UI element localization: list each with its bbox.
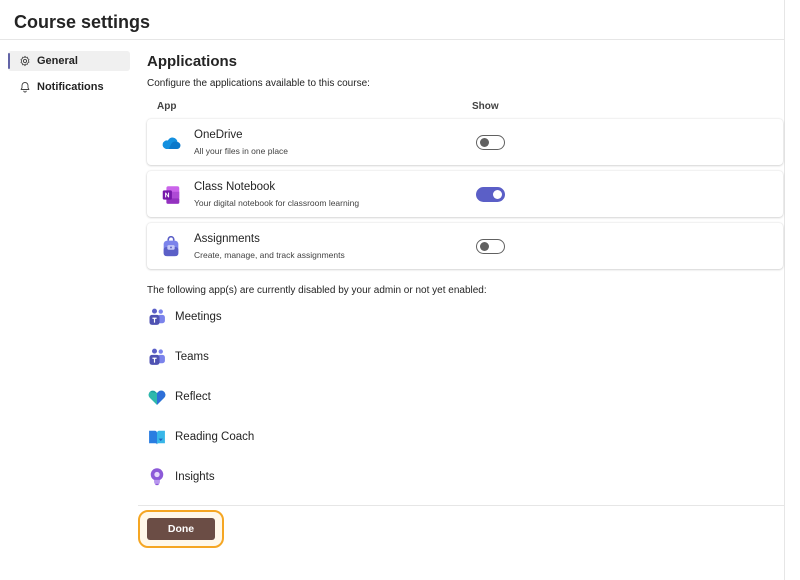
- show-toggle-class-notebook[interactable]: [476, 187, 505, 202]
- toggle-knob: [480, 242, 489, 251]
- meetings-icon: [147, 307, 167, 327]
- disabled-app-meetings: Meetings: [147, 307, 783, 347]
- disabled-app-label: Reflect: [175, 391, 211, 403]
- done-button[interactable]: Done: [147, 518, 215, 540]
- sidebar-item-notifications[interactable]: Notifications: [8, 77, 130, 97]
- disabled-app-label: Teams: [175, 351, 209, 363]
- disabled-app-teams: Teams: [147, 347, 783, 387]
- onedrive-icon: [160, 132, 182, 154]
- done-focus-ring: Done: [138, 510, 224, 548]
- insights-icon: [147, 467, 167, 487]
- title-divider: [0, 39, 785, 40]
- disabled-app-label: Reading Coach: [175, 431, 255, 443]
- sidebar-item-label: General: [37, 55, 78, 67]
- disabled-app-list: Meetings Teams Reflect Reading Coach Ins…: [147, 307, 783, 507]
- disabled-app-label: Meetings: [175, 311, 222, 323]
- section-description: Configure the applications available to …: [147, 78, 370, 89]
- app-description: All your files in one place: [194, 146, 289, 156]
- applications-panel: Applications Configure the applications …: [147, 53, 783, 507]
- assignments-icon: [160, 235, 182, 258]
- toggle-knob: [480, 138, 489, 147]
- reflect-icon: [147, 387, 167, 407]
- sidebar-item-general[interactable]: General: [8, 51, 130, 71]
- column-header-app: App: [157, 101, 177, 112]
- section-title: Applications: [147, 53, 238, 70]
- show-toggle-onedrive[interactable]: [476, 135, 505, 150]
- disabled-app-insights: Insights: [147, 467, 783, 507]
- disabled-app-reading-coach: Reading Coach: [147, 427, 783, 467]
- app-card-onedrive: OneDrive All your files in one place: [147, 119, 783, 165]
- teams-icon: [147, 347, 167, 367]
- app-description: Your digital notebook for classroom lear…: [194, 198, 360, 208]
- page-title: Course settings: [14, 12, 151, 32]
- disabled-app-reflect: Reflect: [147, 387, 783, 427]
- reading-coach-icon: [147, 427, 167, 447]
- app-name: OneDrive: [194, 129, 243, 141]
- app-list: OneDrive All your files in one place Cla…: [147, 119, 783, 269]
- gear-icon: [19, 55, 31, 67]
- sidebar-item-label: Notifications: [37, 81, 104, 93]
- column-headers: App Show: [147, 101, 783, 115]
- footer-divider: [138, 505, 784, 506]
- column-header-show: Show: [472, 101, 499, 112]
- panel-edge: [784, 0, 785, 580]
- onenote-icon: [160, 184, 182, 206]
- app-card-class-notebook: Class Notebook Your digital notebook for…: [147, 171, 783, 217]
- bell-icon: [19, 81, 31, 93]
- app-description: Create, manage, and track assignments: [194, 250, 345, 260]
- app-card-assignments: Assignments Create, manage, and track as…: [147, 223, 783, 269]
- toggle-knob: [493, 190, 502, 199]
- app-name: Assignments: [194, 233, 260, 245]
- disabled-apps-note: The following app(s) are currently disab…: [147, 285, 487, 296]
- sidebar: General Notifications: [8, 51, 130, 103]
- show-toggle-assignments[interactable]: [476, 239, 505, 254]
- disabled-app-label: Insights: [175, 471, 215, 483]
- app-name: Class Notebook: [194, 181, 276, 193]
